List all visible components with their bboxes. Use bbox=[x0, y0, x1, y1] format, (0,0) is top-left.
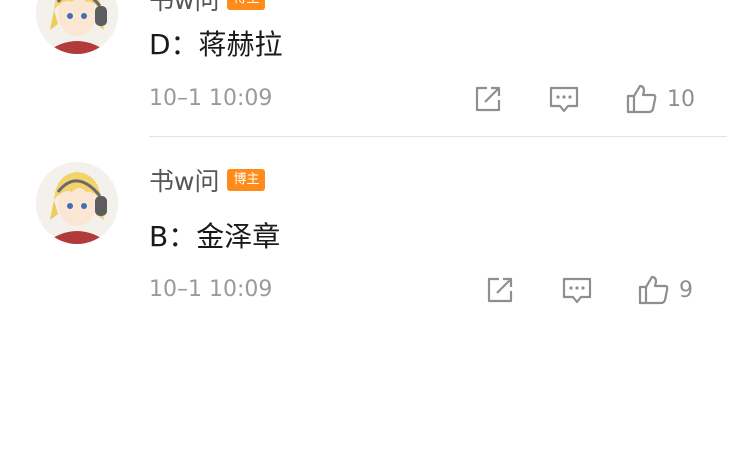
comment-time: 10–1 10:09 bbox=[149, 86, 273, 111]
avatar[interactable] bbox=[36, 0, 118, 54]
avatar-image bbox=[36, 0, 118, 54]
share-button[interactable] bbox=[484, 273, 516, 307]
comment-header: 书w问 博主 bbox=[149, 0, 266, 17]
comment-header: 书w问 博主 bbox=[149, 162, 266, 198]
author-badge: 博主 bbox=[227, 0, 266, 10]
comment-item: 书w问 博主 D：蒋赫拉 10–1 10:09 10 bbox=[0, 0, 750, 137]
comment-text: D：蒋赫拉 bbox=[149, 28, 283, 61]
comment-text: B：金泽章 bbox=[149, 220, 281, 253]
comment-item: 书w问 博主 B：金泽章 10–1 10:09 9 bbox=[0, 137, 750, 337]
like-button[interactable]: 10 bbox=[625, 82, 695, 116]
comment-time: 10–1 10:09 bbox=[149, 277, 273, 302]
comment-button[interactable] bbox=[548, 82, 580, 116]
share-button[interactable] bbox=[472, 82, 504, 116]
like-count: 9 bbox=[679, 277, 693, 303]
comment-button[interactable] bbox=[561, 273, 593, 307]
like-icon bbox=[626, 84, 657, 114]
avatar[interactable] bbox=[36, 162, 118, 244]
share-icon bbox=[487, 277, 513, 303]
username[interactable]: 书w问 bbox=[149, 0, 219, 17]
share-icon bbox=[475, 86, 501, 112]
like-button[interactable]: 9 bbox=[637, 273, 693, 307]
avatar-image bbox=[36, 162, 118, 244]
like-icon bbox=[638, 275, 669, 305]
author-badge: 博主 bbox=[227, 169, 266, 191]
comment-icon bbox=[549, 86, 579, 113]
like-count: 10 bbox=[667, 86, 695, 112]
comment-icon bbox=[562, 277, 592, 304]
username[interactable]: 书w问 bbox=[149, 162, 219, 198]
